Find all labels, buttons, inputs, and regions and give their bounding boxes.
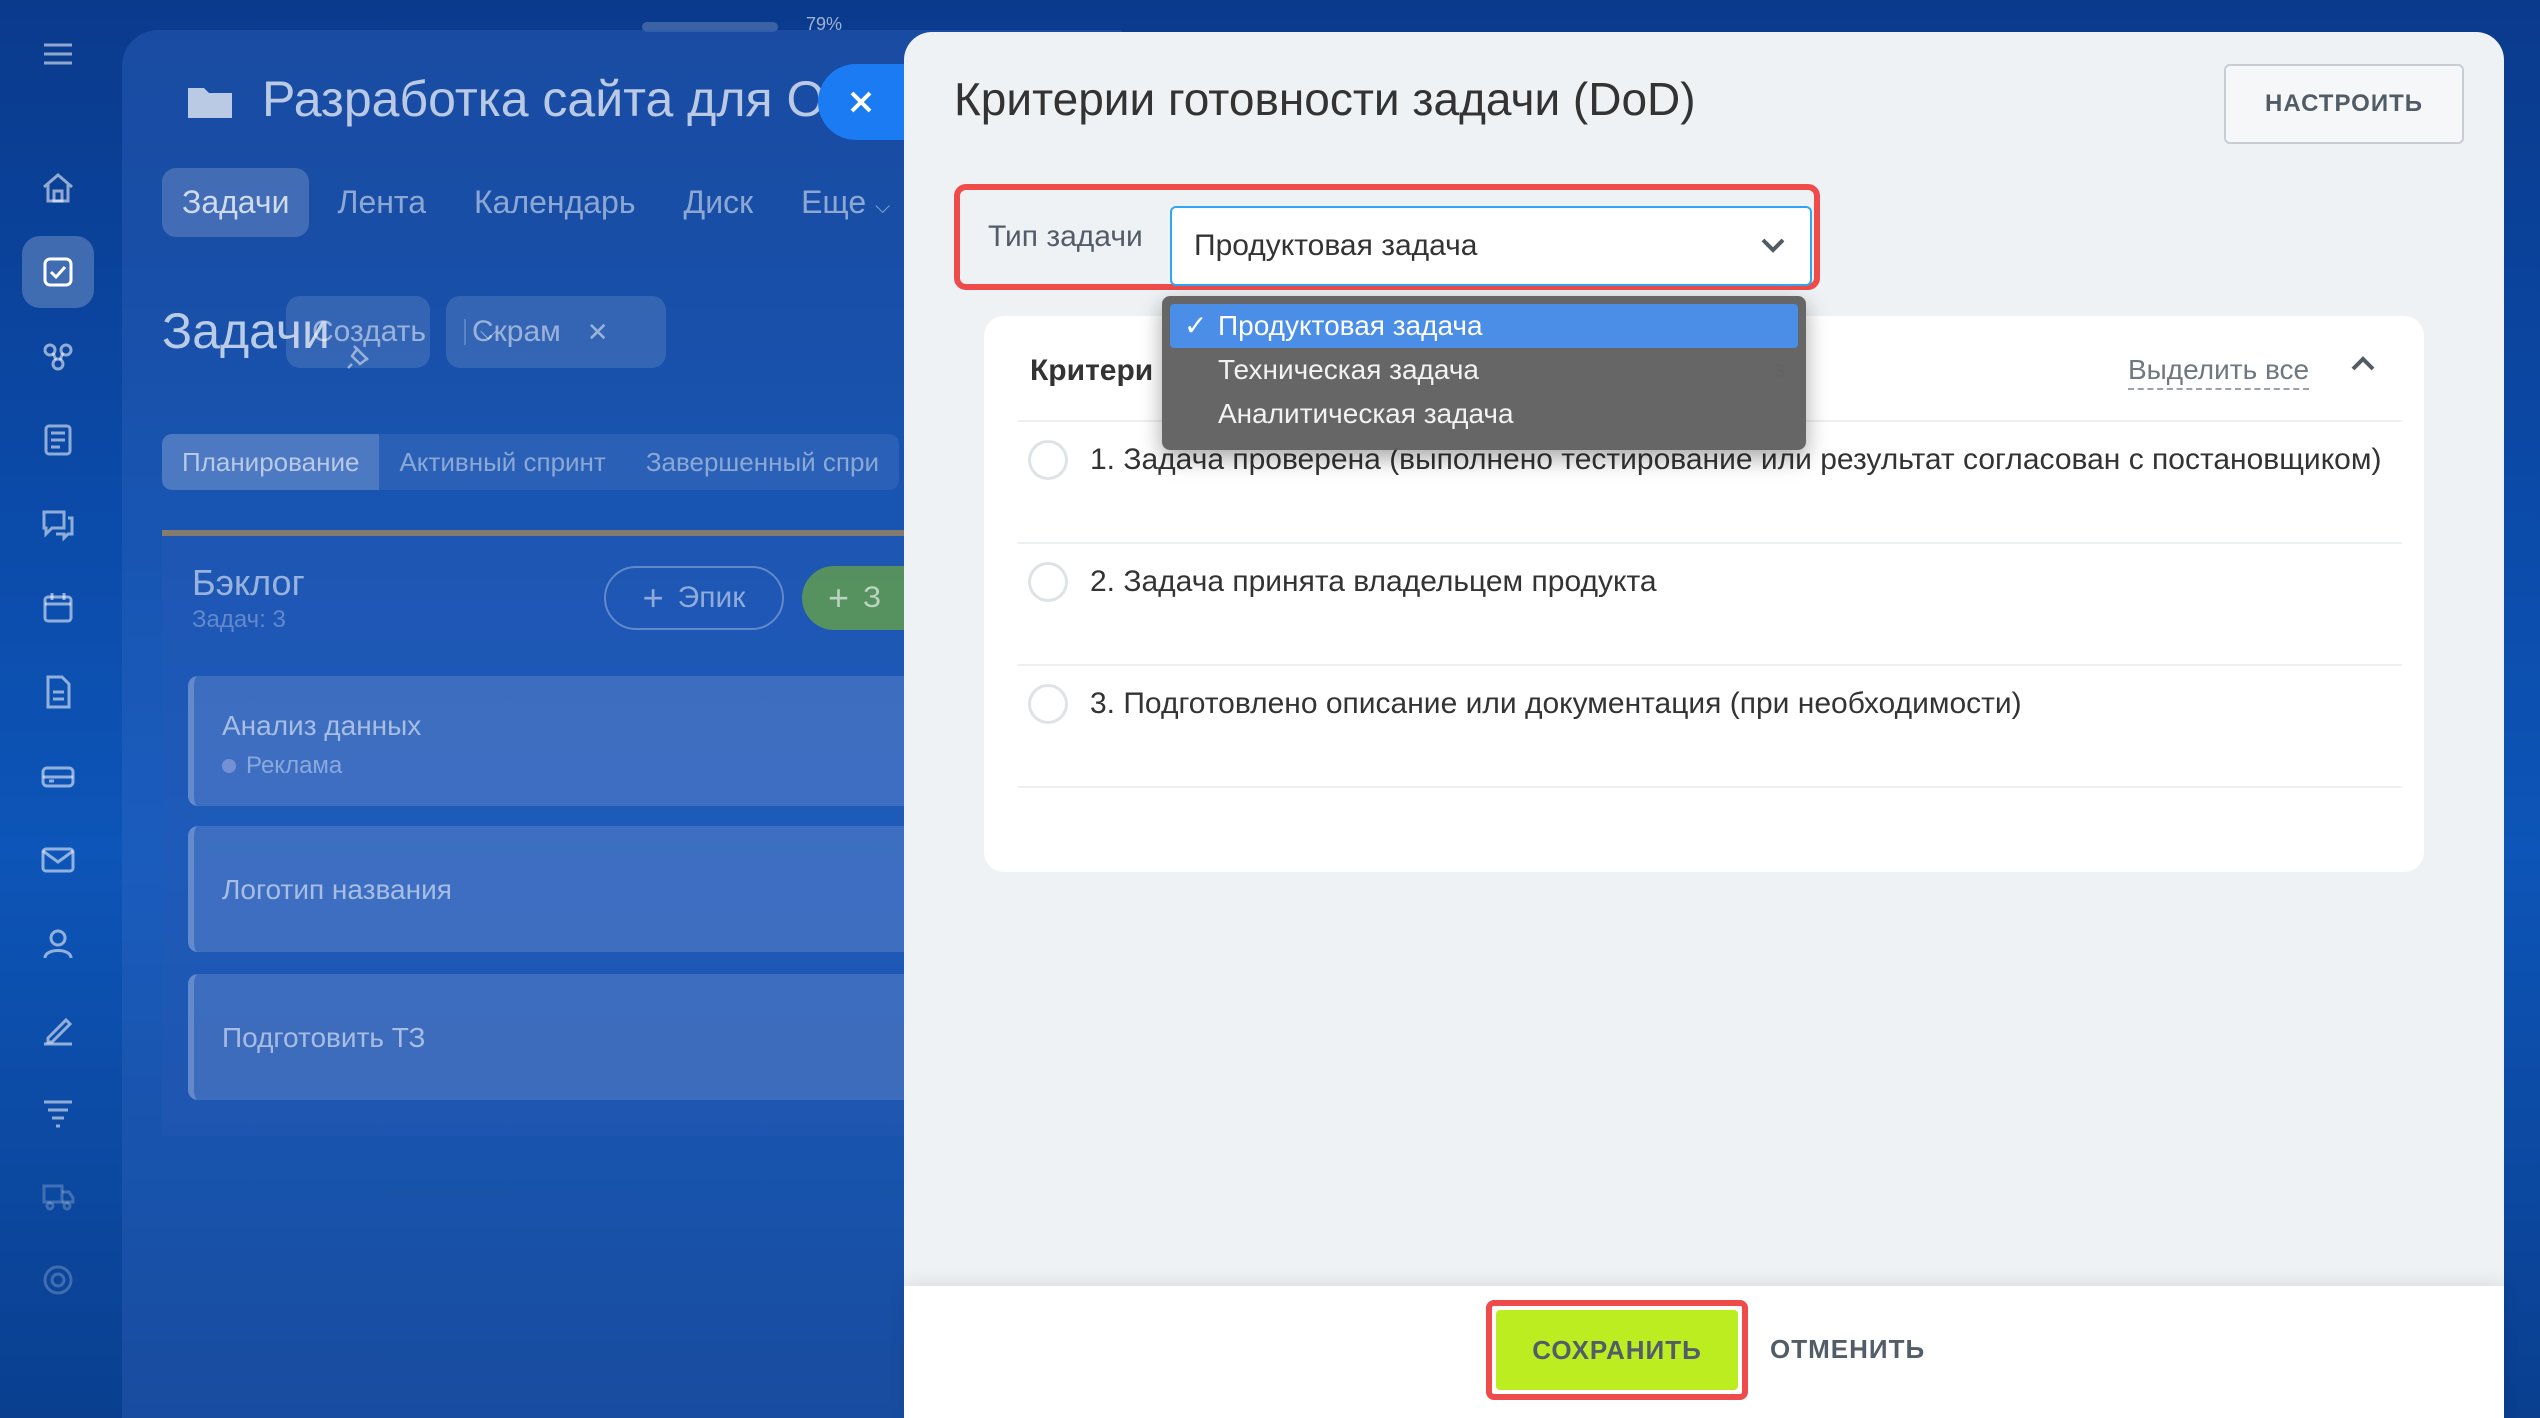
task-type-value: Продуктовая задача xyxy=(1194,229,1478,262)
criteria-checkbox[interactable] xyxy=(1028,440,1068,480)
divider xyxy=(1018,664,2402,666)
close-slider-button[interactable] xyxy=(818,64,914,140)
gear-icon[interactable] xyxy=(22,1244,94,1316)
panel-title: Критерии готовности задачи (DoD) xyxy=(954,73,1696,125)
dropdown-option-analytical[interactable]: Аналитическая задача xyxy=(1170,392,1798,436)
task-name: Логотип названия xyxy=(222,874,452,905)
tag-dot xyxy=(222,759,236,773)
divider xyxy=(1018,786,2402,788)
plus-icon: + xyxy=(828,577,850,618)
backlog-title: Бэклог xyxy=(192,562,305,603)
criteria-checkbox[interactable] xyxy=(1028,562,1068,602)
check-icon: ✓ xyxy=(1184,310,1208,341)
calendar-icon[interactable] xyxy=(22,572,94,644)
task-type-field: Тип задачи Продуктовая задача xyxy=(954,184,1820,290)
scrum-filter-label: Скрам xyxy=(472,315,561,348)
plus-icon: + xyxy=(642,577,664,618)
close-icon xyxy=(850,91,872,113)
home-icon[interactable] xyxy=(22,152,94,224)
dropdown-option-product[interactable]: ✓ Продуктовая задача xyxy=(1170,304,1798,348)
select-all-link[interactable]: Выделить все xyxy=(2128,354,2310,390)
task-tag: Реклама xyxy=(222,752,342,780)
project-title: Разработка сайта для О xyxy=(262,71,826,127)
subtab-completed-sprint[interactable]: Завершенный спри xyxy=(626,434,899,490)
tab-calendar[interactable]: Календарь xyxy=(454,168,656,237)
project-tabs: Задачи Лента Календарь Диск Еще ⌵ xyxy=(162,168,910,237)
tasks-icon[interactable] xyxy=(22,236,94,308)
tab-disk[interactable]: Диск xyxy=(664,168,774,237)
criteria-checkbox[interactable] xyxy=(1028,684,1068,724)
scrum-subtabs: Планирование Активный спринт Завершенный… xyxy=(162,434,899,490)
task-type-label: Тип задачи xyxy=(988,220,1143,253)
backlog-count: Задач: 3 xyxy=(192,606,286,633)
tab-tasks[interactable]: Задачи xyxy=(162,168,310,237)
create-button[interactable]: Создать ⌵ xyxy=(286,296,497,368)
save-highlight: СОХРАНИТЬ xyxy=(1486,1300,1748,1400)
chevron-down-icon xyxy=(1761,238,1785,253)
dropdown-option-label: Продуктовая задача xyxy=(1218,310,1483,341)
chevron-up-icon[interactable] xyxy=(2350,354,2376,380)
scrum-filter[interactable]: Скрам ✕ xyxy=(446,296,666,368)
add-epic-label: Эпик xyxy=(677,581,746,614)
criteria-item[interactable]: 3. Подготовлено описание или документаци… xyxy=(1028,684,2022,724)
subtab-planning[interactable]: Планирование xyxy=(162,434,380,490)
inbox-icon[interactable] xyxy=(22,740,94,812)
criteria-item-text: 3. Подготовлено описание или документаци… xyxy=(1090,687,2022,720)
subtab-active-sprint[interactable]: Активный спринт xyxy=(379,434,625,490)
left-rail xyxy=(0,0,118,1418)
dropdown-option-label: Техническая задача xyxy=(1218,354,1479,385)
dropdown-option-label: Аналитическая задача xyxy=(1218,398,1514,429)
dod-panel: Критерии готовности задачи (DoD) НАСТРОИ… xyxy=(904,32,2504,1418)
criteria-item-text: 2. Задача принята владельцем продукта xyxy=(1090,565,1657,598)
menu-icon[interactable] xyxy=(22,18,94,90)
create-button-label: Создать xyxy=(312,315,427,348)
feed-icon[interactable] xyxy=(22,404,94,476)
filter-icon[interactable] xyxy=(22,1076,94,1148)
chevron-down-icon: ⌵ xyxy=(875,196,891,218)
criteria-item[interactable]: 2. Задача принята владельцем продукта xyxy=(1028,562,1657,602)
close-icon[interactable]: ✕ xyxy=(587,317,609,348)
sign-icon[interactable] xyxy=(22,992,94,1064)
task-name: Анализ данных xyxy=(222,710,422,741)
mail-icon[interactable] xyxy=(22,824,94,896)
divider xyxy=(1018,542,2402,544)
document-icon[interactable] xyxy=(22,656,94,728)
task-tag-label: Реклама xyxy=(246,752,343,779)
criteria-title: Критери xyxy=(1030,354,1154,387)
delivery-icon[interactable] xyxy=(22,1160,94,1232)
cancel-button[interactable]: ОТМЕНИТЬ xyxy=(1770,1324,1925,1374)
task-type-dropdown: ✓ Продуктовая задача Техническая задача … xyxy=(1162,296,1806,450)
task-name: Подготовить ТЗ xyxy=(222,1022,426,1053)
configure-button[interactable]: НАСТРОИТЬ xyxy=(2224,64,2464,144)
panel-footer: СОХРАНИТЬ ОТМЕНИТЬ xyxy=(904,1286,2504,1418)
tab-more[interactable]: Еще ⌵ xyxy=(781,168,910,237)
folder-icon xyxy=(178,70,242,134)
tab-feed[interactable]: Лента xyxy=(317,168,446,237)
dropdown-option-technical[interactable]: Техническая задача xyxy=(1170,348,1798,392)
chat-icon[interactable] xyxy=(22,488,94,560)
tab-more-label: Еще xyxy=(801,184,867,220)
add-epic-button[interactable]: + Эпик xyxy=(604,566,784,630)
add-task-label: З xyxy=(863,581,882,614)
crm-icon[interactable] xyxy=(22,320,94,392)
save-button[interactable]: СОХРАНИТЬ xyxy=(1496,1310,1738,1390)
users-icon[interactable] xyxy=(22,908,94,980)
task-type-select[interactable]: Продуктовая задача xyxy=(1170,206,1812,286)
